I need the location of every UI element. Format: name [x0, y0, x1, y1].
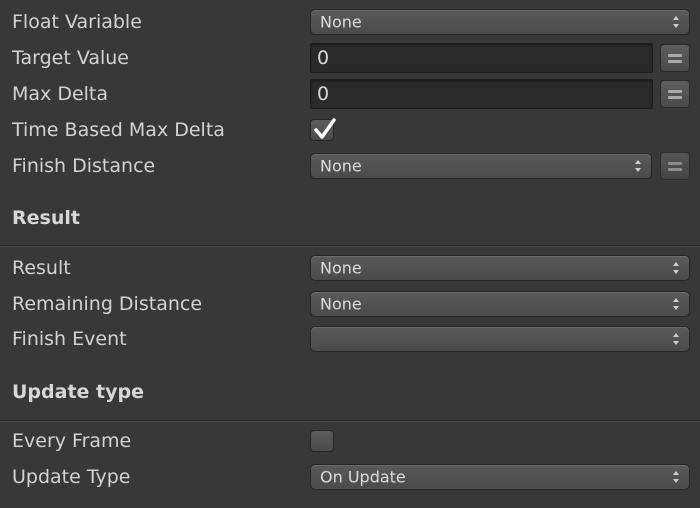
label-update-type: Update Type [12, 466, 131, 488]
updown-arrows-icon [673, 16, 679, 28]
result-dropdown[interactable]: None [310, 255, 690, 281]
max-delta-variable-toggle[interactable] [660, 80, 690, 108]
label-result: Result [12, 257, 71, 279]
update-type-dropdown[interactable]: On Update [310, 464, 690, 490]
result-value: None [320, 258, 362, 278]
checkmark-icon [314, 118, 336, 139]
section-divider [0, 245, 700, 247]
row-result: Result None [0, 252, 700, 284]
every-frame-checkbox[interactable] [310, 430, 334, 452]
inspector-panel: Float Variable None Target Value 0 Max D… [0, 0, 700, 508]
row-time-based-max-delta: Time Based Max Delta [0, 114, 700, 146]
label-time-based-max-delta: Time Based Max Delta [12, 119, 225, 141]
max-delta-field[interactable]: 0 [310, 79, 653, 109]
updown-arrows-icon [635, 160, 641, 172]
label-every-frame: Every Frame [12, 430, 132, 452]
row-max-delta: Max Delta 0 [0, 78, 700, 110]
remaining-distance-value: None [320, 294, 362, 314]
row-finish-distance: Finish Distance None [0, 150, 700, 182]
label-finish-event: Finish Event [12, 328, 127, 350]
updown-arrows-icon [673, 471, 679, 483]
target-value-field[interactable]: 0 [310, 43, 653, 73]
row-finish-event: Finish Event [0, 323, 700, 355]
target-value-text: 0 [317, 47, 330, 69]
row-every-frame: Every Frame [0, 425, 700, 457]
float-variable-value: None [320, 12, 362, 32]
row-update-type: Update Type On Update [0, 461, 700, 493]
section-title-result: Result [12, 207, 80, 229]
row-float-variable: Float Variable None [0, 6, 700, 38]
row-target-value: Target Value 0 [0, 42, 700, 74]
finish-distance-dropdown[interactable]: None [310, 153, 652, 179]
label-max-delta: Max Delta [12, 83, 109, 105]
section-title-update-type: Update type [12, 381, 144, 403]
label-remaining-distance: Remaining Distance [12, 293, 203, 315]
label-target-value: Target Value [12, 47, 129, 69]
finish-event-dropdown[interactable] [310, 326, 690, 352]
updown-arrows-icon [673, 298, 679, 310]
float-variable-dropdown[interactable]: None [310, 9, 690, 35]
section-divider [0, 420, 700, 422]
time-based-max-delta-checkbox[interactable] [310, 118, 336, 141]
update-type-value: On Update [320, 467, 406, 487]
finish-distance-value: None [320, 156, 362, 176]
remaining-distance-dropdown[interactable]: None [310, 291, 690, 317]
finish-distance-variable-toggle[interactable] [660, 152, 690, 180]
label-float-variable: Float Variable [12, 11, 142, 33]
updown-arrows-icon [673, 262, 679, 274]
target-value-variable-toggle[interactable] [660, 44, 690, 72]
max-delta-text: 0 [317, 83, 330, 105]
row-remaining-distance: Remaining Distance None [0, 288, 700, 320]
label-finish-distance: Finish Distance [12, 155, 156, 177]
updown-arrows-icon [673, 333, 679, 345]
